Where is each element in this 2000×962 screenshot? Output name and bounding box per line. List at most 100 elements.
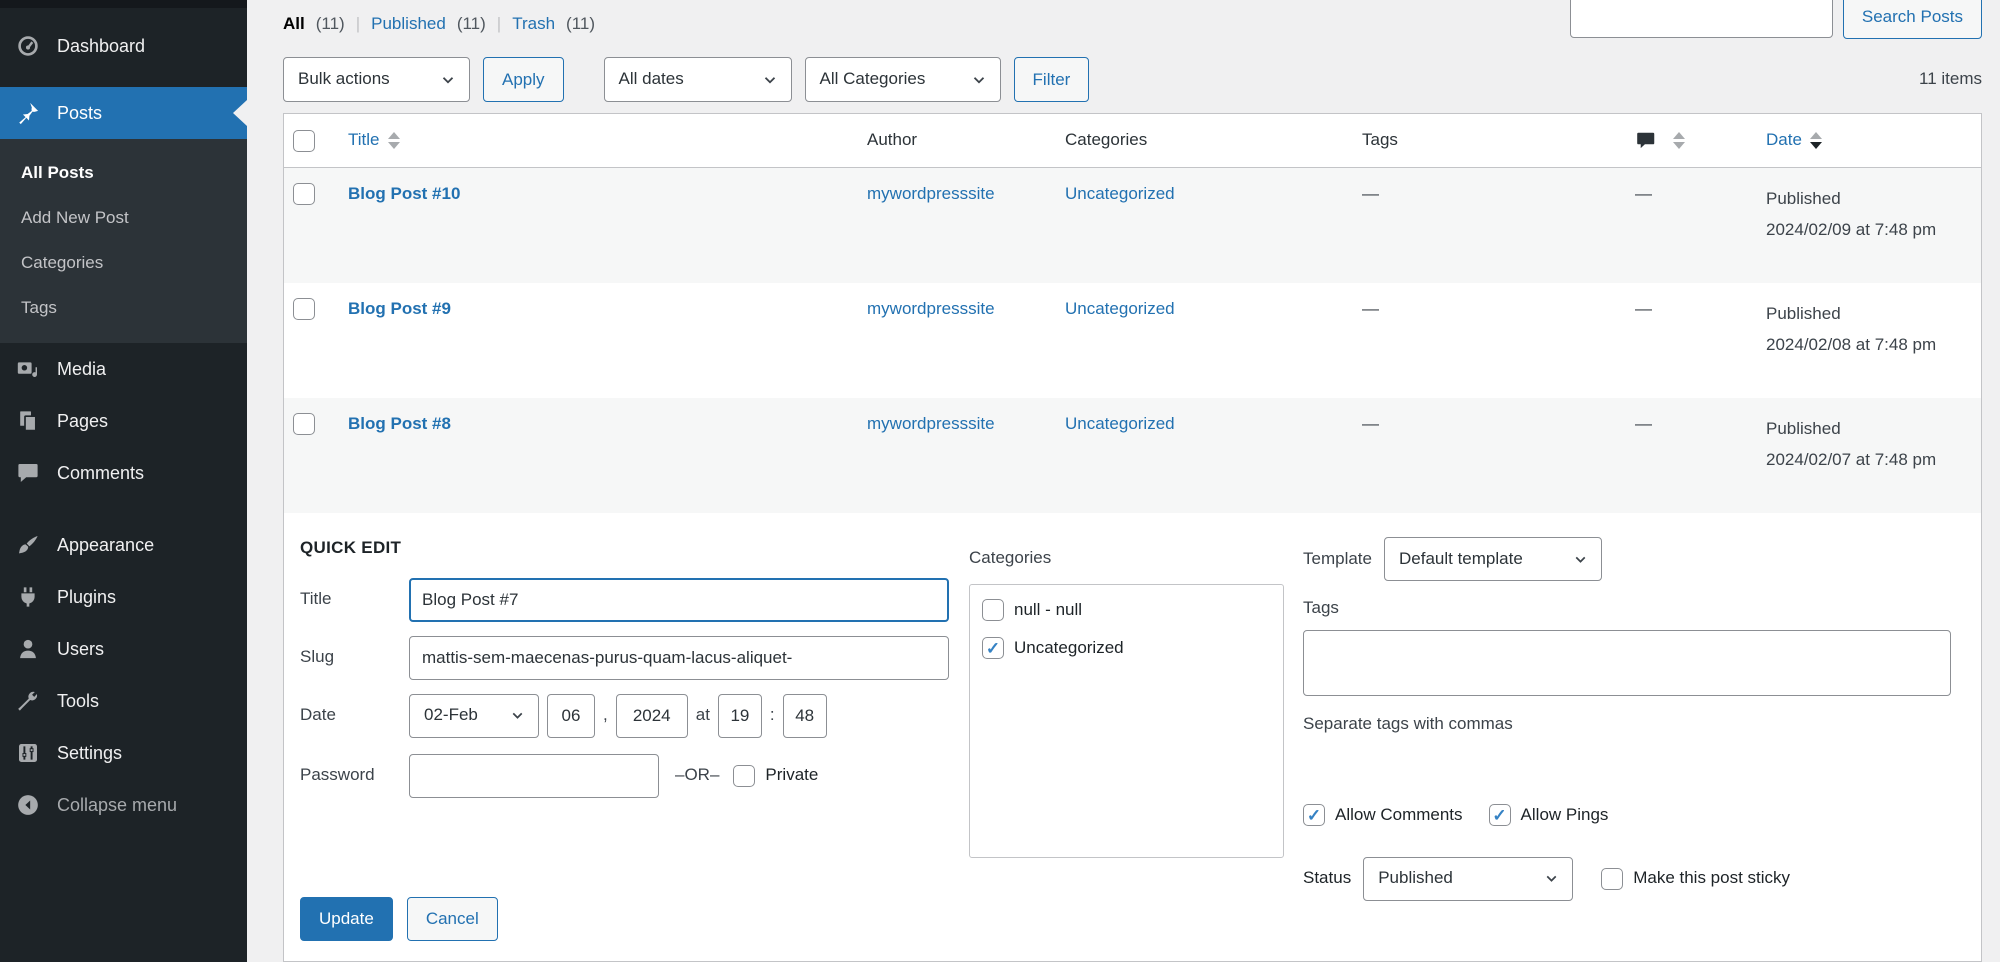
sort-arrows-icon	[1810, 132, 1822, 149]
post-title-link[interactable]: Blog Post #10	[348, 184, 460, 203]
template-label: Template	[1303, 548, 1372, 571]
title-cell: Blog Post #10	[332, 168, 851, 283]
appearance-icon	[15, 532, 41, 558]
tags-textarea[interactable]	[1303, 630, 1951, 696]
minute-input[interactable]	[783, 694, 827, 738]
month-select[interactable]: 02-Feb	[409, 694, 539, 738]
date-value: Published2024/02/09 at 7:48 pm	[1766, 183, 1965, 239]
sidebar-item-settings[interactable]: Settings	[0, 727, 247, 779]
row-checkbox[interactable]	[293, 413, 315, 435]
header-comments-cell	[1619, 130, 1750, 152]
sidebar-item-posts[interactable]: Posts	[0, 87, 247, 139]
status-label: Status	[1303, 867, 1351, 890]
active-menu-arrow	[233, 100, 247, 126]
author-link[interactable]: mywordpresssite	[867, 414, 995, 433]
view-all-link[interactable]: All	[283, 13, 305, 36]
sort-by-date[interactable]: Date	[1766, 129, 1822, 152]
category-option[interactable]: null - null	[982, 599, 1271, 622]
sidebar-item-collapse-menu[interactable]: Collapse menu	[0, 779, 247, 831]
comments-value: —	[1635, 414, 1652, 433]
filter-button[interactable]: Filter	[1014, 57, 1090, 102]
sidebar-item-label: Posts	[57, 101, 102, 125]
quick-edit-categories-column: Categories null - null Uncategorized	[969, 537, 1284, 961]
row-checkbox[interactable]	[293, 183, 315, 205]
allow-pings-group: Allow Pings	[1489, 804, 1609, 827]
header-title-cell: Title	[332, 129, 851, 152]
private-checkbox[interactable]	[733, 765, 755, 787]
table-row: Blog Post #9 mywordpresssite Uncategoriz…	[284, 283, 1981, 398]
header-date-cell: Date	[1750, 129, 1981, 152]
apply-button[interactable]: Apply	[483, 57, 564, 102]
category-link[interactable]: Uncategorized	[1065, 184, 1175, 203]
sidebar-item-comments[interactable]: Comments	[0, 447, 247, 499]
all-categories-select[interactable]: All Categories	[805, 57, 1001, 102]
date-field-row: Date 02-Feb , at :	[300, 694, 949, 738]
all-dates-select[interactable]: All dates	[604, 57, 792, 102]
categories-checklist[interactable]: null - null Uncategorized	[969, 584, 1284, 858]
post-title-link[interactable]: Blog Post #9	[348, 299, 451, 318]
day-input[interactable]	[547, 694, 595, 738]
author-cell: mywordpresssite	[851, 168, 1049, 283]
search-posts-button[interactable]: Search Posts	[1843, 0, 1982, 39]
hour-input[interactable]	[718, 694, 762, 738]
sidebar-item-appearance[interactable]: Appearance	[0, 519, 247, 571]
sticky-checkbox[interactable]	[1601, 868, 1623, 890]
date-fields: 02-Feb , at :	[409, 694, 827, 738]
date-field-label: Date	[300, 704, 409, 727]
title-field-label: Title	[300, 588, 409, 611]
cancel-button[interactable]: Cancel	[407, 897, 498, 941]
view-published-link[interactable]: Published	[371, 13, 446, 36]
tags-value: —	[1362, 414, 1379, 433]
allow-pings-checkbox[interactable]	[1489, 804, 1511, 826]
template-value: Default template	[1399, 548, 1523, 571]
chevron-down-icon	[1543, 870, 1560, 887]
template-select[interactable]: Default template	[1384, 537, 1602, 581]
quick-edit-slug-input[interactable]	[409, 636, 949, 680]
sort-by-title[interactable]: Title	[348, 129, 400, 152]
sidebar-item-categories[interactable]: Categories	[0, 241, 247, 286]
sidebar-item-tags[interactable]: Tags	[0, 286, 247, 331]
sidebar-item-dashboard[interactable]: Dashboard	[0, 20, 247, 72]
select-all-checkbox[interactable]	[293, 130, 315, 152]
quick-edit-heading: QUICK EDIT	[300, 537, 949, 560]
categories-cell: Uncategorized	[1049, 398, 1346, 513]
comments-cell: —	[1619, 168, 1750, 283]
or-label: –OR–	[675, 764, 719, 787]
category-checkbox[interactable]	[982, 637, 1004, 659]
sidebar-item-pages[interactable]: Pages	[0, 395, 247, 447]
menu-divider	[0, 499, 247, 519]
password-field-label: Password	[300, 764, 409, 787]
comments-value: —	[1635, 299, 1652, 318]
comments-cell: —	[1619, 283, 1750, 398]
sidebar-item-users[interactable]: Users	[0, 623, 247, 675]
sidebar-item-plugins[interactable]: Plugins	[0, 571, 247, 623]
sidebar-item-tools[interactable]: Tools	[0, 675, 247, 727]
sidebar-item-label: Users	[57, 637, 104, 661]
password-input[interactable]	[409, 754, 659, 798]
sidebar-item-media[interactable]: Media	[0, 343, 247, 395]
category-option[interactable]: Uncategorized	[982, 637, 1271, 660]
year-input[interactable]	[616, 694, 688, 738]
bulk-actions-select[interactable]: Bulk actions	[283, 57, 470, 102]
date-value: Published2024/02/08 at 7:48 pm	[1766, 298, 1965, 354]
sort-arrows-icon	[1673, 132, 1685, 149]
category-checkbox[interactable]	[982, 599, 1004, 621]
category-link[interactable]: Uncategorized	[1065, 414, 1175, 433]
search-posts-input[interactable]	[1570, 0, 1833, 38]
allow-comments-checkbox[interactable]	[1303, 804, 1325, 826]
header-tags-cell: Tags	[1346, 129, 1619, 152]
update-button[interactable]: Update	[300, 897, 393, 941]
plugins-icon	[15, 584, 41, 610]
sidebar-item-add-new-post[interactable]: Add New Post	[0, 196, 247, 241]
category-link[interactable]: Uncategorized	[1065, 299, 1175, 318]
sidebar-item-all-posts[interactable]: All Posts	[0, 151, 247, 196]
sort-by-comments[interactable]	[1635, 130, 1685, 152]
quick-edit-title-input[interactable]	[409, 578, 949, 622]
row-checkbox[interactable]	[293, 298, 315, 320]
author-link[interactable]: mywordpresssite	[867, 184, 995, 203]
post-title-link[interactable]: Blog Post #8	[348, 414, 451, 433]
author-link[interactable]: mywordpresssite	[867, 299, 995, 318]
status-select[interactable]: Published	[1363, 857, 1573, 901]
status-row: Status Published Make this post sticky	[1303, 857, 1951, 901]
view-trash-link[interactable]: Trash	[512, 13, 555, 36]
